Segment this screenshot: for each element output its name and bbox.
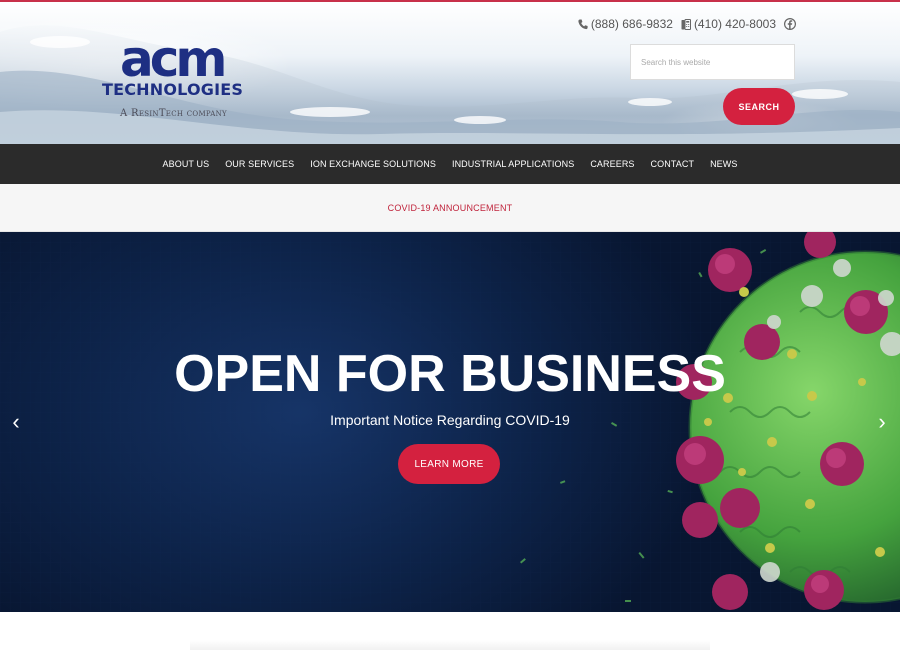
hero-subtitle: Important Notice Regarding COVID-19 xyxy=(330,412,570,428)
nav-item-about-us[interactable]: ABOUT US xyxy=(163,159,210,169)
learn-more-button[interactable]: LEARN MORE xyxy=(398,444,500,484)
slider-next-arrow-icon[interactable]: › xyxy=(872,410,892,434)
logo-name-text: TECHNOLOGIES xyxy=(102,80,244,99)
announcement-bar: COVID-19 ANNOUNCEMENT xyxy=(0,184,900,232)
content-strip xyxy=(190,640,710,650)
covid-announcement-link[interactable]: COVID-19 ANNOUNCEMENT xyxy=(388,203,513,213)
contact-bar: (888) 686-9832 (410) 420-8003 xyxy=(578,16,796,32)
phone-number: (888) 686-9832 xyxy=(590,17,673,31)
fax-number: (410) 420-8003 xyxy=(693,17,776,31)
phone-icon xyxy=(578,19,588,29)
nav-item-our-services[interactable]: OUR SERVICES xyxy=(225,159,294,169)
nav-item-news[interactable]: NEWS xyxy=(710,159,737,169)
hero-title: OPEN FOR BUSINESS xyxy=(174,345,726,403)
slider-prev-arrow-icon[interactable]: ‹ xyxy=(6,410,26,434)
search-button[interactable]: SEARCH xyxy=(723,88,795,125)
nav-item-contact[interactable]: CONTACT xyxy=(651,159,695,169)
logo-tagline: A ResinTech company xyxy=(120,108,227,119)
search-input[interactable] xyxy=(630,44,795,80)
site-header: acm TECHNOLOGIES A ResinTech company (88… xyxy=(0,0,900,144)
hero-slider: OPEN FOR BUSINESS Important Notice Regar… xyxy=(0,232,900,612)
fax-icon xyxy=(681,18,691,30)
nav-item-ion-exchange-solutions[interactable]: ION EXCHANGE SOLUTIONS xyxy=(310,159,436,169)
main-navigation: ABOUT US OUR SERVICES ION EXCHANGE SOLUT… xyxy=(0,144,900,184)
acm-technologies-logo[interactable]: acm TECHNOLOGIES A ResinTech company xyxy=(100,34,250,128)
facebook-icon[interactable] xyxy=(784,18,796,30)
fax-contact[interactable]: (410) 420-8003 xyxy=(681,17,776,31)
nav-item-careers[interactable]: CAREERS xyxy=(590,159,634,169)
phone-contact[interactable]: (888) 686-9832 xyxy=(578,17,673,31)
logo-acm-text: acm xyxy=(120,30,228,88)
nav-item-industrial-applications[interactable]: INDUSTRIAL APPLICATIONS xyxy=(452,159,574,169)
